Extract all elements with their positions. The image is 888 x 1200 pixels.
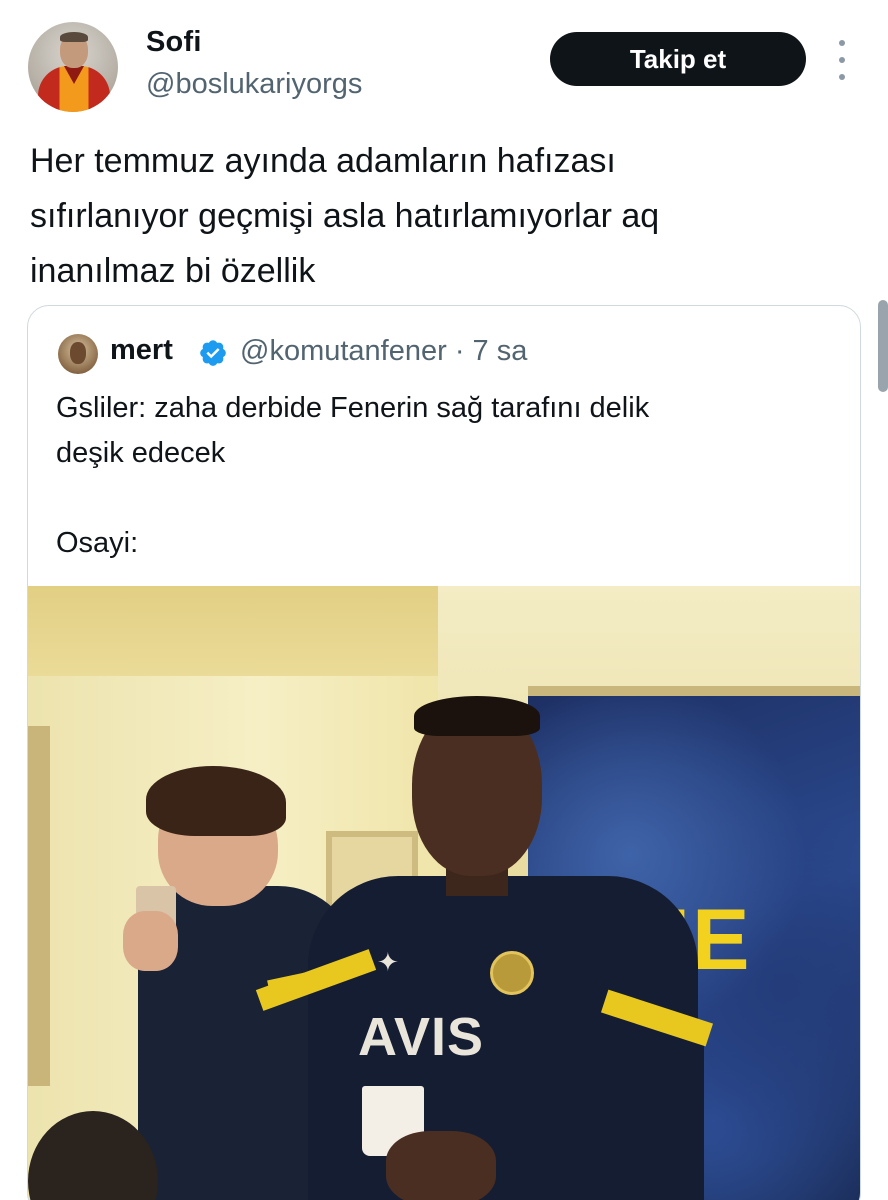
- author-avatar[interactable]: [28, 22, 118, 112]
- player-center-hand: [386, 1131, 496, 1200]
- player-center-hair: [414, 696, 540, 736]
- quoted-author-avatar[interactable]: [58, 334, 98, 374]
- verified-badge-icon: [200, 340, 226, 366]
- quoted-tweet-text: Gsliler: zaha derbide Fenerin sağ tarafı…: [56, 392, 650, 559]
- follow-button[interactable]: Takip et: [550, 32, 806, 86]
- club-crest-icon: [490, 951, 534, 995]
- author-handle[interactable]: @boslukariyorgs: [146, 68, 362, 101]
- media-doorframe: [28, 726, 50, 1086]
- quoted-author-name[interactable]: mert: [110, 334, 173, 367]
- tweet-view: Sofi @boslukariyorgs Takip et Her temmuz…: [0, 0, 888, 1200]
- avatar-hair: [60, 32, 88, 42]
- more-dot: [839, 74, 845, 80]
- quoted-tweet-card[interactable]: mert @komutanfener · 7 sa Gsliler: zaha …: [27, 305, 861, 1200]
- scrollbar-thumb[interactable]: [878, 300, 888, 392]
- tweet-text: Her temmuz ayında adamların hafızası sıf…: [30, 142, 660, 290]
- author-display-name[interactable]: Sofi: [146, 26, 202, 59]
- quoted-avatar-face: [70, 342, 86, 364]
- jersey-sponsor-text: AVIS: [358, 1007, 485, 1067]
- quoted-author-handle-time[interactable]: @komutanfener · 7 sa: [240, 335, 527, 368]
- more-dot: [839, 40, 845, 46]
- player-center-arm: [634, 1026, 704, 1200]
- player-left-hand: [123, 911, 178, 971]
- player-left-hair: [146, 766, 286, 836]
- puma-logo-icon: ✦: [377, 947, 399, 977]
- quoted-tweet-media[interactable]: NE M ✦ AVIS: [28, 586, 860, 1200]
- more-vertical-icon[interactable]: [834, 40, 850, 80]
- more-dot: [839, 57, 845, 63]
